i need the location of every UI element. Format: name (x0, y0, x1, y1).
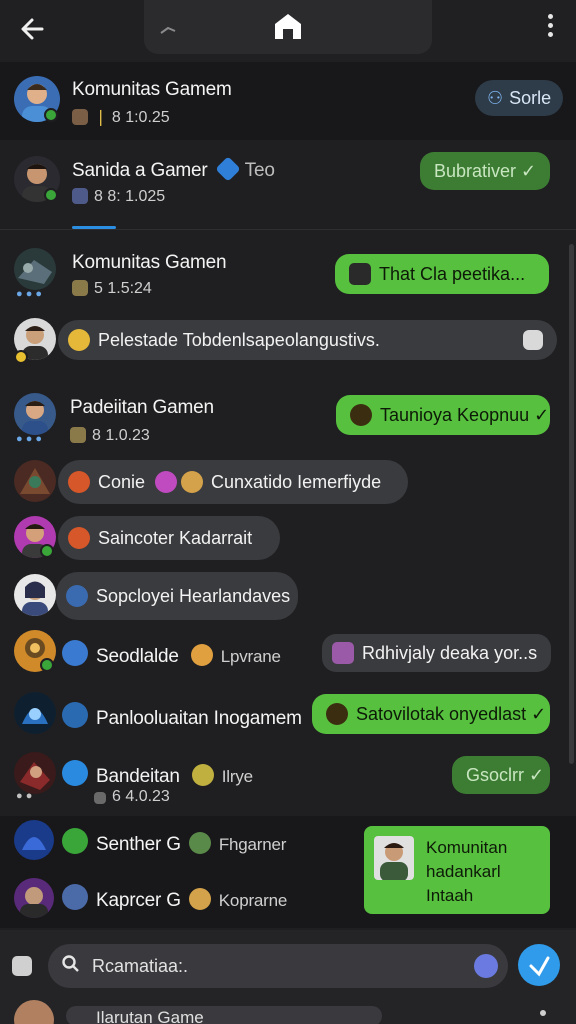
chat-name: Sanida a Gamer Teo (72, 156, 275, 182)
chat-row[interactable]: Pelestade Tobdenlsapeolangustivs. (0, 314, 576, 368)
verified-badge (40, 544, 54, 558)
divider (0, 229, 576, 230)
search-input[interactable]: Rcamatiaa:. (48, 944, 508, 988)
chat-name: Bandeitan Ilrye (62, 760, 253, 788)
avatar (14, 820, 54, 860)
chat-meta: 6 4.0.23 (94, 788, 170, 806)
message-bubble[interactable]: Saincoter Kadarrait (58, 516, 280, 560)
message-bubble[interactable]: Satovilotak onyedlast ✓ (312, 694, 550, 734)
message-bubble[interactable]: Gsoclrr ✓ (452, 756, 550, 794)
chat-row[interactable]: Conie Cunxatido Iemerfiyde (0, 458, 576, 510)
chat-name: Kaprcer G Koprarne (62, 884, 287, 912)
home-icon[interactable] (272, 10, 304, 47)
chat-name: Padeiitan Gamen (70, 397, 214, 418)
chat-name: Komunitas Gamen (72, 252, 227, 273)
chat-row[interactable]: Saincoter Kadarrait (0, 514, 576, 566)
message-bubble[interactable]: Conie Cunxatido Iemerfiyde (58, 460, 408, 504)
badge-row: ● ● (16, 790, 33, 802)
send-button[interactable] (518, 944, 560, 986)
preview-text: Komunitan hadankarl Intaah (426, 838, 508, 905)
chat-row[interactable]: Sanida a Gamer Teo 8 8: 1.025 Bubrativer… (0, 140, 576, 230)
chat-name: Panlooluaitan Inogamem (62, 702, 302, 730)
verified-badge (44, 108, 58, 122)
badge-row: ● ● ● (16, 433, 43, 445)
message-bubble[interactable]: Sopcloyei Hearlandaves (56, 572, 298, 620)
chat-row[interactable]: Seodlalde Lpvrane Rdhivjaly deaka yor..s (0, 628, 576, 686)
avatar (374, 836, 414, 880)
verified-badge (44, 188, 58, 202)
sort-button[interactable]: ⚇ Sorle (475, 80, 564, 116)
chat-row[interactable]: ● ● Bandeitan Ilrye 6 4.0.23 Gsoclrr ✓ (0, 750, 576, 812)
chat-name: Komunitas Gamem (72, 79, 232, 100)
chat-row[interactable]: ● ● ● Padeiitan Gamen 8 1.0.23 Taunioya … (0, 385, 576, 455)
message-bubble[interactable]: Pelestade Tobdenlsapeolangustivs. (58, 320, 557, 360)
message-bubble[interactable]: Rdhivjaly deaka yor..s (322, 634, 551, 672)
kebab-menu-icon[interactable] (544, 14, 556, 42)
avatar (14, 393, 56, 435)
arrow-left-icon[interactable] (16, 12, 50, 46)
shield-icon (523, 330, 543, 350)
chat-row[interactable]: Sopcloyei Hearlandaves (0, 570, 576, 622)
message-bubble[interactable]: Taunioya Keopnuu ✓ (336, 395, 550, 435)
avatar (14, 692, 56, 734)
verified-icon (214, 156, 241, 182)
sticker-icon[interactable] (474, 954, 498, 978)
chat-meta: ❘ 8 1:0.25 (72, 107, 170, 127)
avatar (14, 878, 54, 918)
chat-row[interactable]: Komunitas Gamem ❘ 8 1:0.25 ⚇ Sorle (0, 62, 576, 140)
camera-icon[interactable] (12, 956, 32, 976)
preview-card[interactable]: Komunitan hadankarl Intaah (364, 826, 550, 914)
top-bar (0, 0, 576, 62)
chat-name: Senther G Fhgarner (62, 828, 286, 856)
chat-row-peek[interactable]: Ilarutan Game (66, 1006, 382, 1024)
chat-row[interactable]: Panlooluaitan Inogamem Satovilotak onyed… (0, 690, 576, 742)
kebab-menu-icon[interactable] (540, 1010, 546, 1016)
scrollbar[interactable] (569, 244, 574, 764)
avatar (14, 574, 56, 616)
avatar (14, 460, 56, 502)
verified-badge (40, 658, 54, 672)
chat-meta: 5 1.5:24 (72, 280, 152, 298)
chat-meta: 8 1.0.23 (70, 427, 150, 445)
chat-name: Seodlalde Lpvrane (62, 640, 281, 668)
subscribe-button[interactable]: Bubrativer ✓ (420, 152, 551, 190)
avatar (14, 752, 56, 794)
signal-icon (160, 22, 176, 40)
badge-row: ● ● ● (16, 288, 43, 300)
badge (14, 350, 28, 364)
search-icon (62, 955, 80, 973)
chat-row[interactable]: ● ● ● Komunitas Gamen 5 1.5:24 That Cla … (0, 240, 576, 310)
message-bubble[interactable]: That Cla peetika... (335, 254, 549, 294)
chat-meta: 8 8: 1.025 (72, 188, 165, 206)
avatar (14, 248, 56, 290)
title-pill[interactable] (144, 0, 432, 54)
